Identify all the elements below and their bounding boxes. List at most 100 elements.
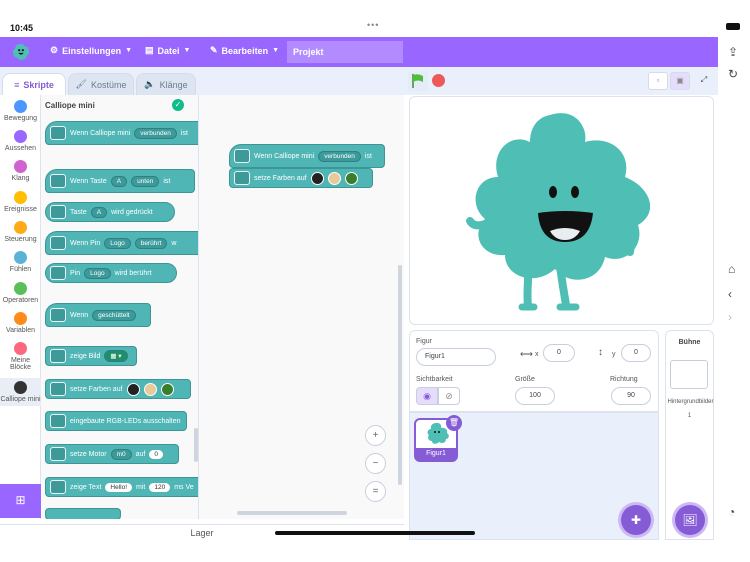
large-stage-button[interactable]: ▣ xyxy=(670,72,690,90)
block-dropdown[interactable]: Logo xyxy=(84,267,111,279)
sprite-name-input[interactable]: Figur1 xyxy=(416,348,496,366)
block-set-colors[interactable]: setze Farben auf xyxy=(45,379,191,399)
block-dropdown[interactable]: A xyxy=(110,175,128,187)
block-show-image[interactable]: zeige Bild ▦ ▾ xyxy=(45,346,137,366)
reload-icon[interactable]: ↻ xyxy=(728,67,738,81)
workspace-scrollbar-h[interactable] xyxy=(237,511,347,515)
color-swatch-beige[interactable] xyxy=(143,382,157,396)
back-icon[interactable]: ‹ xyxy=(728,287,732,301)
block-text: zeige Text xyxy=(70,483,102,491)
stage-thumbnail[interactable] xyxy=(670,360,708,389)
visibility-label: Sichtbarkeit xyxy=(416,376,453,383)
image-picker-dropdown[interactable]: ▦ ▾ xyxy=(104,350,128,362)
block-show-text[interactable]: zeige Text Hello! mit 120 ms Ve xyxy=(45,477,198,497)
block-text-input[interactable]: Hello! xyxy=(105,482,133,492)
tab-sounds[interactable]: 🔈 Klänge xyxy=(136,73,196,95)
category-calliope[interactable]: Calliope mini xyxy=(0,378,41,406)
forward-icon[interactable]: › xyxy=(728,310,732,324)
sprite-character[interactable] xyxy=(410,97,715,326)
file-label: Datei xyxy=(157,45,180,56)
delete-sprite-icon[interactable]: 🗑 xyxy=(446,415,462,431)
tab-scripts[interactable]: ≡ Skripte xyxy=(2,73,66,95)
block-dropdown[interactable]: unten xyxy=(131,175,160,187)
block-dropdown[interactable]: A xyxy=(90,206,108,218)
block-button-pressed[interactable]: Taste A wird gedrückt xyxy=(45,202,175,222)
color-swatch-black[interactable] xyxy=(310,171,324,185)
category-my-blocks[interactable]: Meine Blöcke xyxy=(0,342,41,371)
category-sound[interactable]: Klang xyxy=(0,160,41,182)
share-icon[interactable]: ⇪ xyxy=(728,45,738,59)
operators-dot-icon xyxy=(14,282,27,295)
category-events[interactable]: Ereignisse xyxy=(0,191,41,213)
battery-icon xyxy=(726,23,740,30)
category-label: Bewegung xyxy=(3,115,38,122)
block-when-button[interactable]: Wenn Taste A unten ist xyxy=(45,169,195,193)
category-sensing[interactable]: Fühlen xyxy=(0,251,41,273)
block-set-motor[interactable]: setze Motor m0 auf 0 xyxy=(45,444,179,464)
settings-menu[interactable]: ⚙ Einstellungen ▼ xyxy=(50,45,132,56)
block-dropdown[interactable]: verbunden xyxy=(134,127,177,139)
color-swatch-beige[interactable] xyxy=(327,171,341,185)
tab-costumes[interactable]: 🖌 Kostüme xyxy=(68,73,134,95)
size-input[interactable]: 100 xyxy=(515,387,555,405)
palette-scrollbar[interactable] xyxy=(194,428,198,462)
gear-icon: ⚙ xyxy=(50,45,59,55)
category-control[interactable]: Steuerung xyxy=(0,221,41,243)
multitask-dots[interactable]: ••• xyxy=(367,20,379,30)
block-text: setze Farben auf xyxy=(70,385,123,393)
project-title-input[interactable]: Projekt xyxy=(287,41,403,63)
category-variables[interactable]: Variablen xyxy=(0,312,41,334)
zoom-reset-button[interactable]: = xyxy=(365,481,386,502)
stage-canvas[interactable] xyxy=(409,96,714,325)
fullscreen-icon[interactable]: ⤢ xyxy=(694,72,714,90)
category-motion[interactable]: Bewegung xyxy=(0,100,41,122)
block-dropdown[interactable]: verbunden xyxy=(318,150,361,162)
calliope-block-icon xyxy=(50,349,66,363)
block-partial[interactable] xyxy=(45,508,121,519)
show-sprite-button[interactable]: ◉ xyxy=(416,387,438,405)
code-icon: ≡ xyxy=(14,79,20,90)
add-extension-button[interactable]: ⊞ xyxy=(0,484,41,518)
ws-block-when-connected[interactable]: Wenn Calliope mini verbunden ist xyxy=(229,144,385,168)
color-swatch-green[interactable] xyxy=(160,382,174,396)
block-dropdown[interactable]: m0 xyxy=(110,448,132,460)
stop-button[interactable] xyxy=(432,74,445,87)
block-when-pin[interactable]: Wenn Pin Logo berührt w xyxy=(45,231,198,255)
block-text: ist xyxy=(163,177,171,185)
edit-menu[interactable]: ✎ Bearbeiten ▼ xyxy=(210,45,279,56)
color-swatch-black[interactable] xyxy=(126,382,140,396)
small-stage-button[interactable]: ▫ xyxy=(648,72,668,90)
block-dropdown[interactable]: berührt xyxy=(134,237,168,249)
category-operators[interactable]: Operatoren xyxy=(0,282,41,304)
green-flag-button[interactable] xyxy=(408,71,428,91)
zoom-out-button[interactable]: − xyxy=(365,453,386,474)
x-input[interactable]: 0 xyxy=(543,344,575,362)
direction-input[interactable]: 90 xyxy=(611,387,651,405)
timer-icon[interactable]: ◔ xyxy=(728,505,735,519)
sound-dot-icon xyxy=(14,160,27,173)
block-number-input[interactable]: 0 xyxy=(149,449,163,459)
workspace-scrollbar-v[interactable] xyxy=(398,265,402,485)
block-when-shaken[interactable]: Wenn geschüttelt xyxy=(45,303,151,327)
block-text: Wenn Taste xyxy=(70,177,107,185)
brush-icon: 🖌 xyxy=(75,79,87,89)
calliope-logo-icon[interactable] xyxy=(12,43,30,61)
block-dropdown[interactable]: geschüttelt xyxy=(92,309,136,321)
block-number-input[interactable]: 120 xyxy=(149,482,171,492)
hide-sprite-button[interactable]: ⊘ xyxy=(438,387,460,405)
add-backdrop-button[interactable]: 🖼 xyxy=(675,505,705,535)
category-looks[interactable]: Aussehen xyxy=(0,130,41,152)
add-sprite-button[interactable]: ✚ xyxy=(621,505,651,535)
file-menu[interactable]: ▤ Datei ▼ xyxy=(145,45,190,56)
block-text: wird gedrückt xyxy=(111,208,153,216)
ws-block-set-colors[interactable]: setze Farben auf xyxy=(229,168,373,188)
block-dropdown[interactable]: Logo xyxy=(104,237,131,249)
block-when-calliope-connected[interactable]: Wenn Calliope mini verbunden ist xyxy=(45,121,198,145)
home-icon[interactable]: ⌂ xyxy=(728,262,735,276)
zoom-in-button[interactable]: + xyxy=(365,425,386,446)
block-pin-touched[interactable]: Pin Logo wird berührt xyxy=(45,263,177,283)
y-input[interactable]: 0 xyxy=(621,344,651,362)
block-leds-off[interactable]: eingebaute RGB-LEDs ausschalten xyxy=(45,411,187,431)
sprite-thumb-name: Figur1 xyxy=(416,448,456,460)
color-swatch-green[interactable] xyxy=(344,171,358,185)
